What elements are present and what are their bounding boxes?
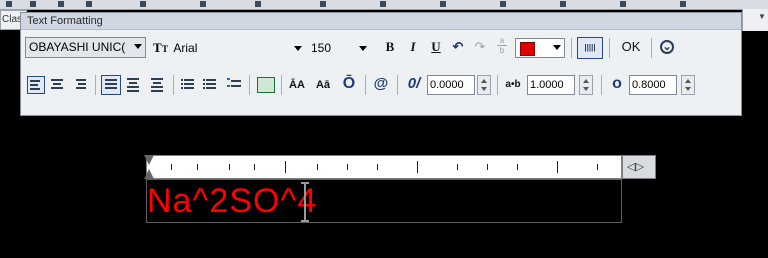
first-line-indent-marker[interactable] [144, 155, 154, 165]
color-swatch [520, 42, 535, 56]
toolbar-icon[interactable] [200, 1, 206, 7]
color-select[interactable] [515, 38, 565, 58]
style-select[interactable]: OBAYASHI UNIC( [25, 37, 146, 58]
app-toolbar-strip [0, 0, 768, 10]
top-align-icon[interactable] [101, 75, 121, 95]
toolbar-icon[interactable] [255, 1, 261, 7]
ruler-resize-arrows-icon: ◁▷ [627, 161, 644, 173]
width-factor-icon: o [612, 75, 622, 92]
right-align-tab-icon[interactable] [71, 76, 89, 94]
toolbar-title: Text Formatting [27, 15, 103, 27]
text-height-value: 150 [311, 41, 332, 55]
ruler-resize-handle[interactable]: ◁▷ [622, 155, 656, 179]
redo-button[interactable]: ↷ [471, 37, 489, 59]
width-factor-input[interactable]: 0.8000 [629, 75, 677, 95]
toolbar-titlebar[interactable]: Text Formatting [21, 13, 741, 30]
toolbar-icon[interactable] [440, 1, 446, 7]
oblique-angle-input[interactable]: 0.0000 [427, 75, 475, 95]
symbol-button[interactable]: @ [371, 74, 391, 96]
chevron-down-icon [359, 46, 367, 51]
separator [281, 75, 282, 95]
bold-button[interactable]: B [381, 37, 399, 59]
text-formatting-toolbar: Text Formatting OBAYASHI UNIC( T T Arial… [20, 12, 742, 116]
underline-button[interactable]: U [427, 37, 445, 59]
text-cursor [301, 182, 309, 222]
stack-top: a [499, 36, 505, 45]
toolbar-icon[interactable] [6, 1, 12, 7]
stack-bottom: b [499, 46, 505, 55]
separator [609, 38, 610, 58]
toolbar-icon[interactable] [30, 1, 36, 7]
font-select[interactable]: T T Arial [153, 38, 309, 58]
toolbar-icon[interactable] [680, 1, 686, 7]
text-ruler[interactable] [144, 155, 622, 179]
ruler-tick [229, 164, 230, 170]
center-align-tab-icon[interactable] [49, 76, 67, 94]
separator [397, 75, 398, 95]
oblique-angle-spinner[interactable] [477, 75, 491, 95]
options-menu-icon[interactable]: ⌄ [660, 40, 674, 54]
ruler-tick [377, 164, 378, 170]
middle-align-icon[interactable] [125, 76, 143, 94]
ok-button[interactable]: OK [617, 37, 645, 59]
ruler-tick [254, 164, 255, 170]
separator [497, 75, 498, 95]
toolbar-icon[interactable] [320, 1, 326, 7]
undo-button[interactable]: ↶ [449, 37, 467, 59]
ruler-tick [487, 164, 488, 170]
truetype-font-icon: T [153, 40, 162, 55]
separator [651, 38, 652, 58]
ruler-toggle-button[interactable]: ||||| [577, 37, 603, 59]
overline-button[interactable]: Ō [339, 74, 359, 96]
separator [249, 75, 250, 95]
left-align-tab-icon[interactable] [27, 76, 45, 94]
paragraph-indent-marker[interactable] [144, 169, 154, 179]
ruler-tick [285, 161, 286, 173]
ruler-tick [347, 164, 348, 170]
ruler-tick [317, 164, 318, 170]
stack-button[interactable]: a b [495, 36, 509, 60]
separator [365, 75, 366, 95]
toolbar-icon[interactable] [58, 1, 64, 7]
ruler-tick [457, 164, 458, 170]
separator [95, 75, 96, 95]
numbering-icon[interactable] [179, 76, 197, 94]
tracking-icon: a•b [505, 79, 521, 90]
toolbar-icon[interactable] [86, 1, 92, 7]
toolbar-icon[interactable] [380, 1, 386, 7]
width-factor-spinner[interactable] [681, 75, 695, 95]
mtext-content[interactable]: Na^2SO^4 [147, 181, 317, 221]
uppercase-letters-icon[interactable] [225, 76, 243, 94]
separator [173, 75, 174, 95]
toolbar-icon[interactable] [500, 1, 506, 7]
chevron-down-icon [134, 44, 142, 49]
style-select-value: OBAYASHI UNIC( [29, 40, 126, 54]
ruler-tick [417, 161, 418, 173]
chevron-down-icon [553, 45, 561, 50]
tracking-spinner[interactable] [579, 75, 593, 95]
toolbar-icon[interactable] [560, 1, 566, 7]
ruler-tick [197, 164, 198, 170]
toolbar-icon[interactable] [620, 1, 626, 7]
text-height-select[interactable]: 150 [311, 38, 371, 58]
tracking-input[interactable]: 1.0000 [527, 75, 575, 95]
lowercase-button[interactable]: Aā [313, 75, 333, 95]
ruler-tick [557, 161, 558, 173]
separator [601, 75, 602, 95]
chevron-down-icon[interactable]: ▼ [758, 12, 766, 21]
font-select-value: Arial [173, 41, 198, 55]
bullets-icon[interactable] [201, 76, 219, 94]
ruler-tick [517, 164, 518, 170]
bottom-align-icon[interactable] [149, 76, 167, 94]
italic-button[interactable]: I [404, 37, 422, 59]
oblique-angle-icon: 0/ [407, 75, 421, 92]
chevron-down-icon [294, 46, 302, 51]
toolbar-icon[interactable] [140, 1, 146, 7]
ruler-tick [171, 164, 172, 170]
insert-field-icon[interactable] [257, 77, 275, 93]
uppercase-button[interactable]: ĀA [287, 75, 307, 95]
ruler-tick [597, 164, 598, 170]
separator [571, 38, 572, 58]
